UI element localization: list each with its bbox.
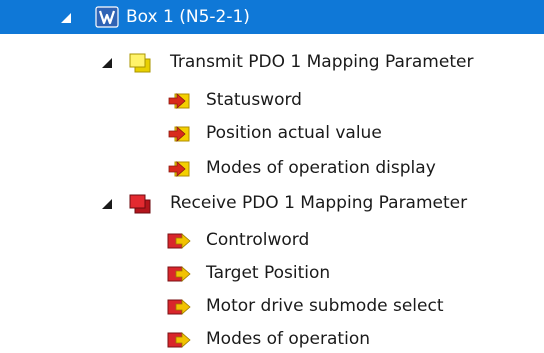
tree-item-label: Motor drive submode select xyxy=(206,296,444,316)
output-variable-icon xyxy=(167,329,191,349)
output-variable-icon xyxy=(167,296,191,316)
tree-node-box-1[interactable]: Box 1 (N5-2-1) xyxy=(0,0,544,34)
device-box-icon xyxy=(95,6,119,28)
input-variable-icon xyxy=(167,90,190,110)
expanded-arrow-icon[interactable] xyxy=(60,0,74,34)
tree-item-label: Modes of operation display xyxy=(206,158,436,178)
tree-item-label: Target Position xyxy=(206,263,331,283)
output-variable-icon xyxy=(167,230,191,250)
tree-item-label: Controlword xyxy=(206,230,310,250)
receive-pdo-icon xyxy=(128,193,151,214)
tree-node-label: Receive PDO 1 Mapping Parameter xyxy=(170,193,468,213)
expanded-arrow-icon[interactable] xyxy=(101,186,115,220)
io-tree-view: Box 1 (N5-2-1) Transmit PDO 1 Mapping Pa… xyxy=(0,0,544,353)
tree-node-label: Box 1 (N5-2-1) xyxy=(126,7,250,27)
output-variable-icon xyxy=(167,263,191,283)
tree-item-label: Position actual value xyxy=(206,123,382,143)
expanded-arrow-icon[interactable] xyxy=(101,45,115,79)
transmit-pdo-icon xyxy=(128,52,151,73)
tree-item-label: Modes of operation xyxy=(206,329,370,349)
input-variable-icon xyxy=(167,123,190,143)
tree-node-label: Transmit PDO 1 Mapping Parameter xyxy=(170,52,474,72)
input-variable-icon xyxy=(167,158,190,178)
tree-item-label: Statusword xyxy=(206,90,302,110)
